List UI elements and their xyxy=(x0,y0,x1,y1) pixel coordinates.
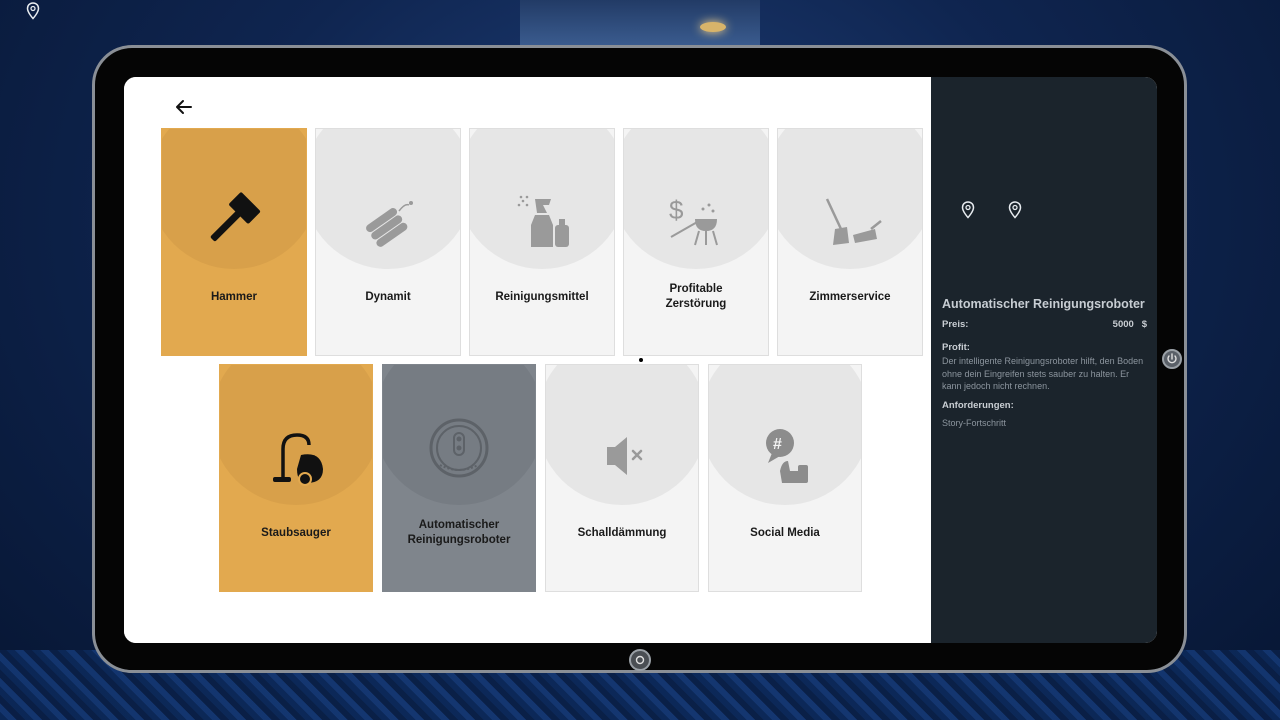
vacuum-icon xyxy=(273,433,323,486)
waypoint-marker-icon xyxy=(1008,201,1022,219)
shop-item-reinigungsmittel[interactable]: Reinigungsmittel xyxy=(469,128,615,356)
svg-text:$: $ xyxy=(669,195,684,225)
cleaning-spray-icon xyxy=(517,195,569,247)
shop-item-label: Staubsauger xyxy=(261,527,331,539)
power-button[interactable] xyxy=(1162,349,1182,369)
tablet-screen: Hammer Dynamit Reinigungsmittel $ Profit… xyxy=(124,77,1157,643)
shop-item-social-media[interactable]: # Social Media xyxy=(708,364,862,592)
shop-item-label: Profitable Zerstörung xyxy=(665,283,727,310)
shop-item-automatischer-reinigungsroboter[interactable]: Automatischer Reinigungsroboter xyxy=(382,364,536,592)
hammer-icon xyxy=(210,192,261,242)
shop-item-label: Schalldämmung xyxy=(577,527,667,539)
speaker-mute-icon xyxy=(607,437,643,475)
shop-item-label: Automatischer Reinigungsroboter xyxy=(407,519,511,546)
waypoint-marker-icon xyxy=(26,2,40,20)
cursor-dot xyxy=(639,358,643,362)
social-hashtag-icon: # xyxy=(766,429,808,483)
price-row: Preis: 5000 $ xyxy=(942,319,1147,330)
home-circle-icon xyxy=(635,655,645,665)
shop-item-label: Zimmerservice xyxy=(809,291,891,303)
shop-item-label: Reinigungsmittel xyxy=(495,291,589,303)
shop-item-label: Social Media xyxy=(750,527,820,539)
shop-item-label: Dynamit xyxy=(365,291,411,303)
detail-title: Automatischer Reinigungsroboter xyxy=(942,297,1145,311)
shop-item-staubsauger[interactable]: Staubsauger xyxy=(219,364,373,592)
shop-item-dynamit[interactable]: Dynamit xyxy=(315,128,461,356)
dollar-grill-icon: $ xyxy=(669,195,718,246)
profit-label: Profit: xyxy=(942,342,970,353)
item-detail-panel: Automatischer Reinigungsroboter Preis: 5… xyxy=(931,77,1157,643)
waypoint-marker-icon xyxy=(961,201,975,219)
shop-item-hammer[interactable]: Hammer xyxy=(161,128,307,356)
dynamite-icon xyxy=(366,201,413,247)
background-ceiling xyxy=(520,0,760,45)
broom-dustpan-icon xyxy=(825,198,882,245)
requirements-label: Anforderungen: xyxy=(942,399,1014,411)
home-button[interactable] xyxy=(629,649,651,671)
item-detail: Automatischer Reinigungsroboter Preis: 5… xyxy=(942,297,1147,429)
shop-item-schalldaemmung[interactable]: Schalldämmung xyxy=(545,364,699,592)
ceiling-light xyxy=(700,22,726,32)
shop-item-zimmerservice[interactable]: Zimmerservice xyxy=(777,128,923,356)
svg-text:#: # xyxy=(773,436,782,453)
profit-description: Der intelligente Reinigungsroboter hilft… xyxy=(942,356,1144,391)
shop-item-label: Hammer xyxy=(210,291,258,303)
back-arrow-icon[interactable] xyxy=(174,97,194,117)
price-value: 5000 $ xyxy=(1112,319,1147,330)
price-label: Preis: xyxy=(942,319,969,330)
shop-grid-panel: Hammer Dynamit Reinigungsmittel $ Profit… xyxy=(124,77,931,643)
requirements-value: Story-Fortschritt xyxy=(942,417,1007,428)
power-icon xyxy=(1167,353,1177,364)
shop-item-profitable-zerstoerung[interactable]: $ Profitable Zerstörung xyxy=(623,128,769,356)
robot-vacuum-icon xyxy=(429,418,489,478)
